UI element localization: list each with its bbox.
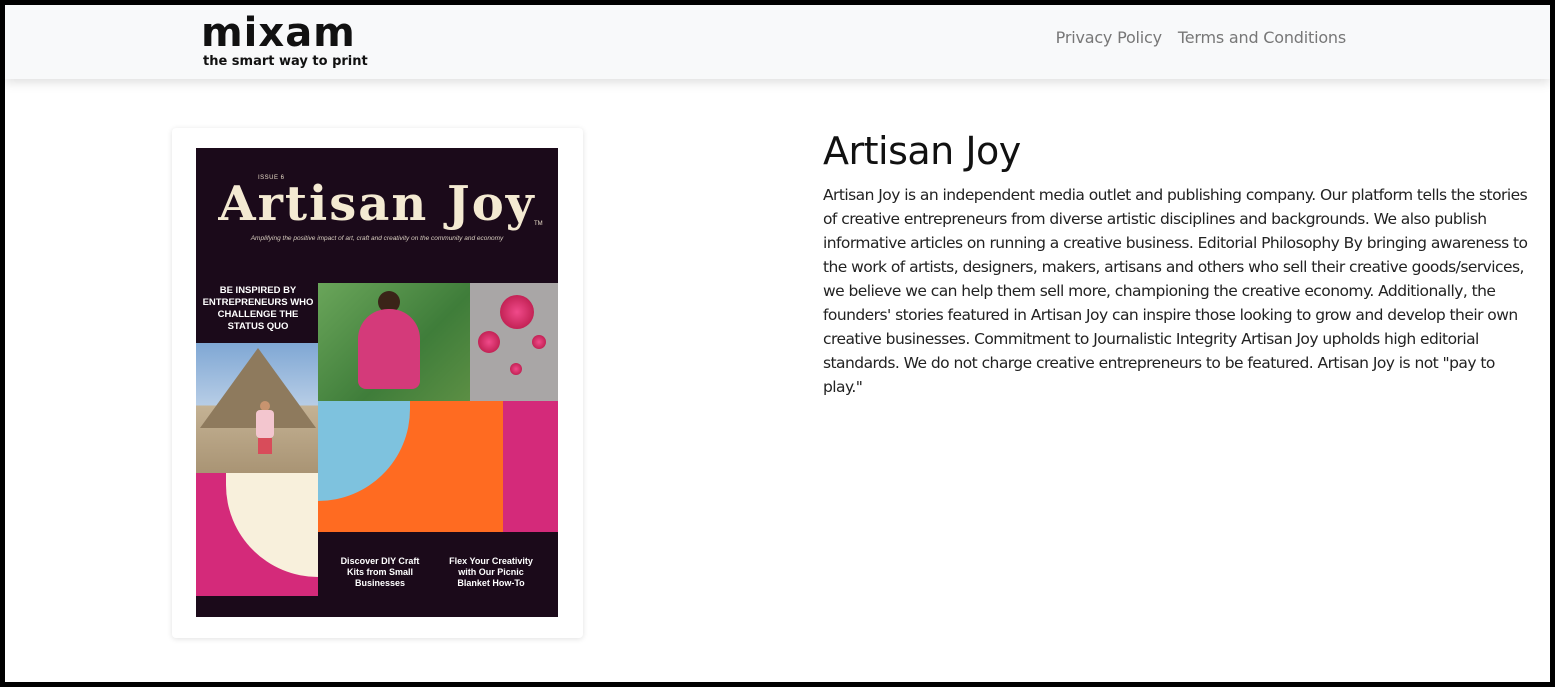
logo-tagline: the smart way to print [203,54,368,69]
cover-headline: BE INSPIRED BY ENTREPRENEURS WHO CHALLEN… [202,285,314,332]
brand-logo[interactable]: mixam the smart way to print [201,10,368,73]
cover-subtitle: Amplifying the positive impact of art, c… [250,235,504,242]
navbar: mixam the smart way to print Privacy Pol… [5,5,1550,79]
flowers-photo [470,283,558,401]
woman-photo [318,283,470,401]
privacy-policy-link[interactable]: Privacy Policy [1056,28,1162,47]
logo-wordmark: mixam [201,10,356,56]
pink-panel-left [196,473,318,596]
page: mixam the smart way to print Privacy Pol… [5,5,1550,682]
cover-footer-left [196,596,318,617]
cover-trademark: TM [534,221,543,227]
product-description: Artisan Joy is an independent media outl… [823,186,1528,396]
terms-and-conditions-link[interactable]: Terms and Conditions [1178,28,1346,47]
cover-title: Artisan Joy [218,176,536,232]
blue-shape-panel [318,401,410,532]
cover-image-card: ISSUE 6 Artisan Joy TM Amplifying the po… [172,128,583,638]
nav-links: Privacy Policy Terms and Conditions [1056,28,1347,47]
pyramid-photo [196,343,318,473]
orange-panel [410,401,503,532]
product-title: Artisan Joy [823,129,1021,173]
cover-blurb-diy: Discover DIY Craft Kits from Small Busin… [340,556,420,588]
pink-panel-right [503,401,558,532]
cover-blurb-picnic: Flex Your Creativity with Our Picnic Bla… [449,556,533,588]
magazine-cover-image: ISSUE 6 Artisan Joy TM Amplifying the po… [196,148,558,617]
cover-footer: Discover DIY Craft Kits from Small Busin… [318,532,558,617]
